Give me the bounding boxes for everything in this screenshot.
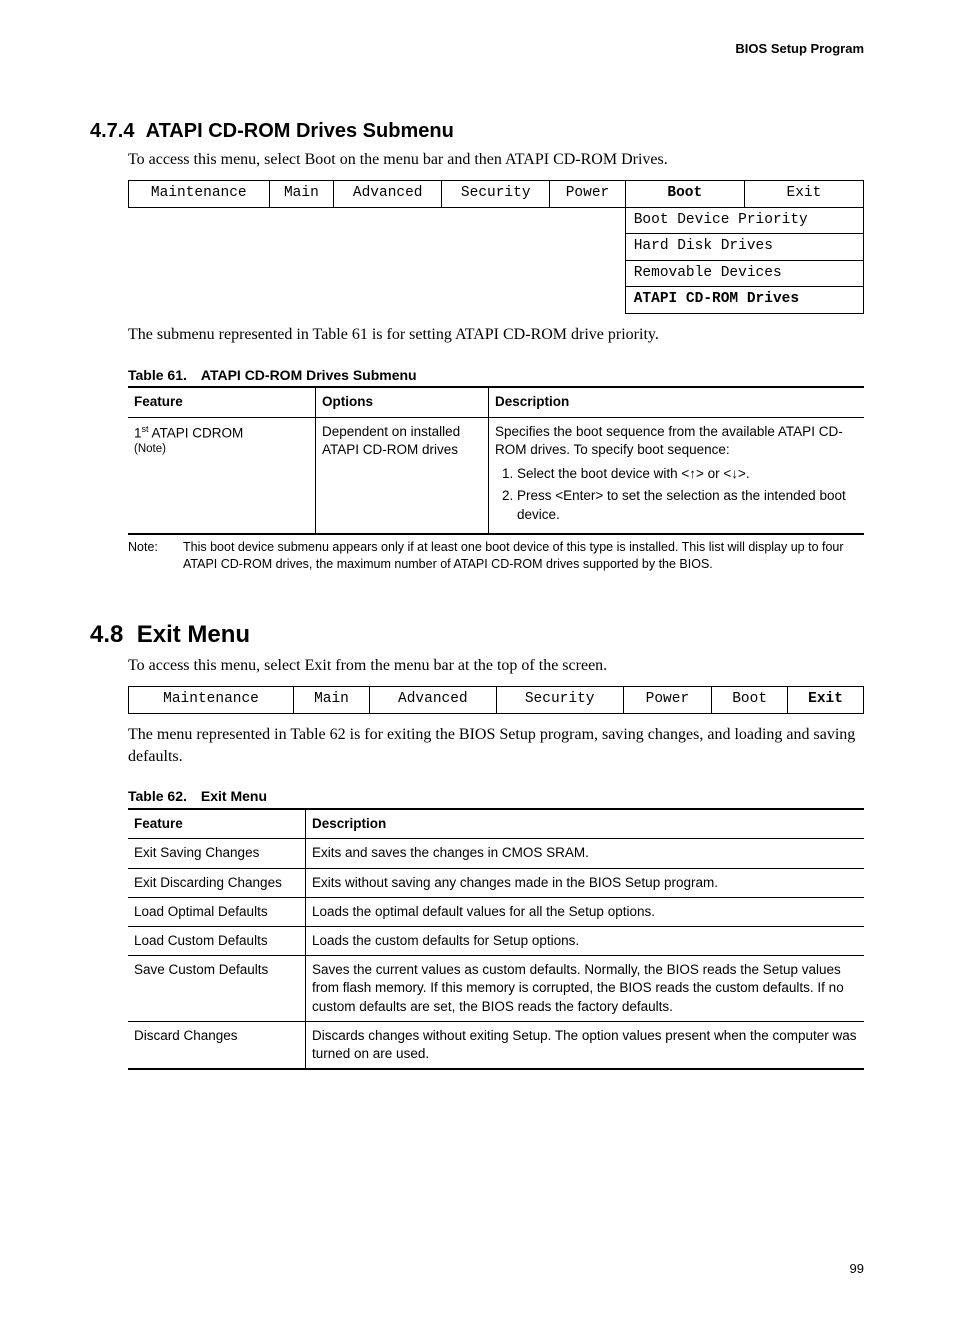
bios-menu-bar-48: Maintenance Main Advanced Security Power… [128,686,864,714]
col-description: Description [489,387,865,417]
bios-tab-exit: Exit [788,687,864,714]
table-row: Load Optimal Defaults Loads the optimal … [128,897,864,926]
boot-steps: Select the boot device with <↑> or <↓>. … [497,465,858,524]
intro-text-48: To access this menu, select Exit from th… [128,655,864,677]
bios-sub-atapi-cdrom: ATAPI CD-ROM Drives [625,287,863,314]
bios-tab-advanced: Advanced [334,181,442,208]
cell-feature: Exit Saving Changes [128,839,306,868]
cell-desc: Saves the current values as custom defau… [306,956,865,1022]
col-options: Options [316,387,489,417]
cell-feature: Load Optimal Defaults [128,897,306,926]
cell-feature: Load Custom Defaults [128,927,306,956]
bios-sub-hard-disk-drives: Hard Disk Drives [625,234,863,261]
table-62-caption: Table 62. Exit Menu [128,787,864,806]
bios-tab-power: Power [623,687,712,714]
page-number: 99 [90,1260,864,1278]
section-title: ATAPI CD-ROM Drives Submenu [146,120,454,142]
col-feature: Feature [128,387,316,417]
table-row: Exit Discarding Changes Exits without sa… [128,868,864,897]
bios-tab-boot: Boot [625,181,744,208]
cell-desc: Discards changes without exiting Setup. … [306,1021,865,1069]
step-1: Select the boot device with <↑> or <↓>. [517,465,858,483]
feature-ordinal: 1 [134,425,142,440]
cell-options: Dependent on installed ATAPI CD-ROM driv… [316,417,489,534]
bios-tab-boot: Boot [712,687,788,714]
cell-feature: 1st ATAPI CDROM (Note) [128,417,316,534]
bios-sub-boot-device-priority: Boot Device Priority [625,207,863,234]
section-number: 4.8 [90,621,123,648]
section-heading-474: 4.7.4 ATAPI CD-ROM Drives Submenu [90,118,864,145]
bios-tab-security: Security [442,181,550,208]
cell-description: Specifies the boot sequence from the ava… [489,417,865,534]
note-label: Note: [128,539,183,573]
intro-text-474: To access this menu, select Boot on the … [128,149,864,171]
bios-tab-main: Main [269,181,334,208]
bios-menu-bar-474: Maintenance Main Advanced Security Power… [128,180,864,314]
col-feature: Feature [128,809,306,839]
table-61-note: Note: This boot device submenu appears o… [128,539,864,573]
table-61-caption: Table 61. ATAPI CD-ROM Drives Submenu [128,366,864,385]
bios-tab-power: Power [550,181,625,208]
bios-tab-maintenance: Maintenance [129,687,294,714]
cell-desc: Loads the custom defaults for Setup opti… [306,927,865,956]
section-number: 4.7.4 [90,120,134,142]
caption-sentence-474: The submenu represented in Table 61 is f… [128,324,864,346]
step-2: Press <Enter> to set the selection as th… [517,487,858,523]
feature-text: ATAPI CDROM [149,425,244,440]
table-61: Feature Options Description 1st ATAPI CD… [128,386,864,534]
cell-feature: Save Custom Defaults [128,956,306,1022]
bios-sub-removable-devices: Removable Devices [625,260,863,287]
cell-feature: Exit Discarding Changes [128,868,306,897]
feature-sup: st [142,424,149,434]
bios-tab-exit: Exit [744,181,863,208]
desc-line: Specifies the boot sequence from the ava… [495,424,843,457]
bios-tab-security: Security [496,687,623,714]
table-row: Exit Saving Changes Exits and saves the … [128,839,864,868]
cell-desc: Exits and saves the changes in CMOS SRAM… [306,839,865,868]
bios-tab-main: Main [294,687,370,714]
running-header: BIOS Setup Program [90,40,864,58]
table-row: Save Custom Defaults Saves the current v… [128,956,864,1022]
table-row: Discard Changes Discards changes without… [128,1021,864,1069]
cell-feature: Discard Changes [128,1021,306,1069]
section-heading-48: 4.8 Exit Menu [90,619,864,651]
bios-tab-advanced: Advanced [369,687,496,714]
bios-tab-maintenance: Maintenance [129,181,270,208]
table-row: Load Custom Defaults Loads the custom de… [128,927,864,956]
table-62: Feature Description Exit Saving Changes … [128,808,864,1070]
caption-sentence-48: The menu represented in Table 62 is for … [128,724,864,767]
section-title: Exit Menu [137,621,250,648]
cell-desc: Exits without saving any changes made in… [306,868,865,897]
note-text: This boot device submenu appears only if… [183,539,864,573]
col-description: Description [306,809,865,839]
cell-desc: Loads the optimal default values for all… [306,897,865,926]
feature-note: (Note) [134,442,309,458]
